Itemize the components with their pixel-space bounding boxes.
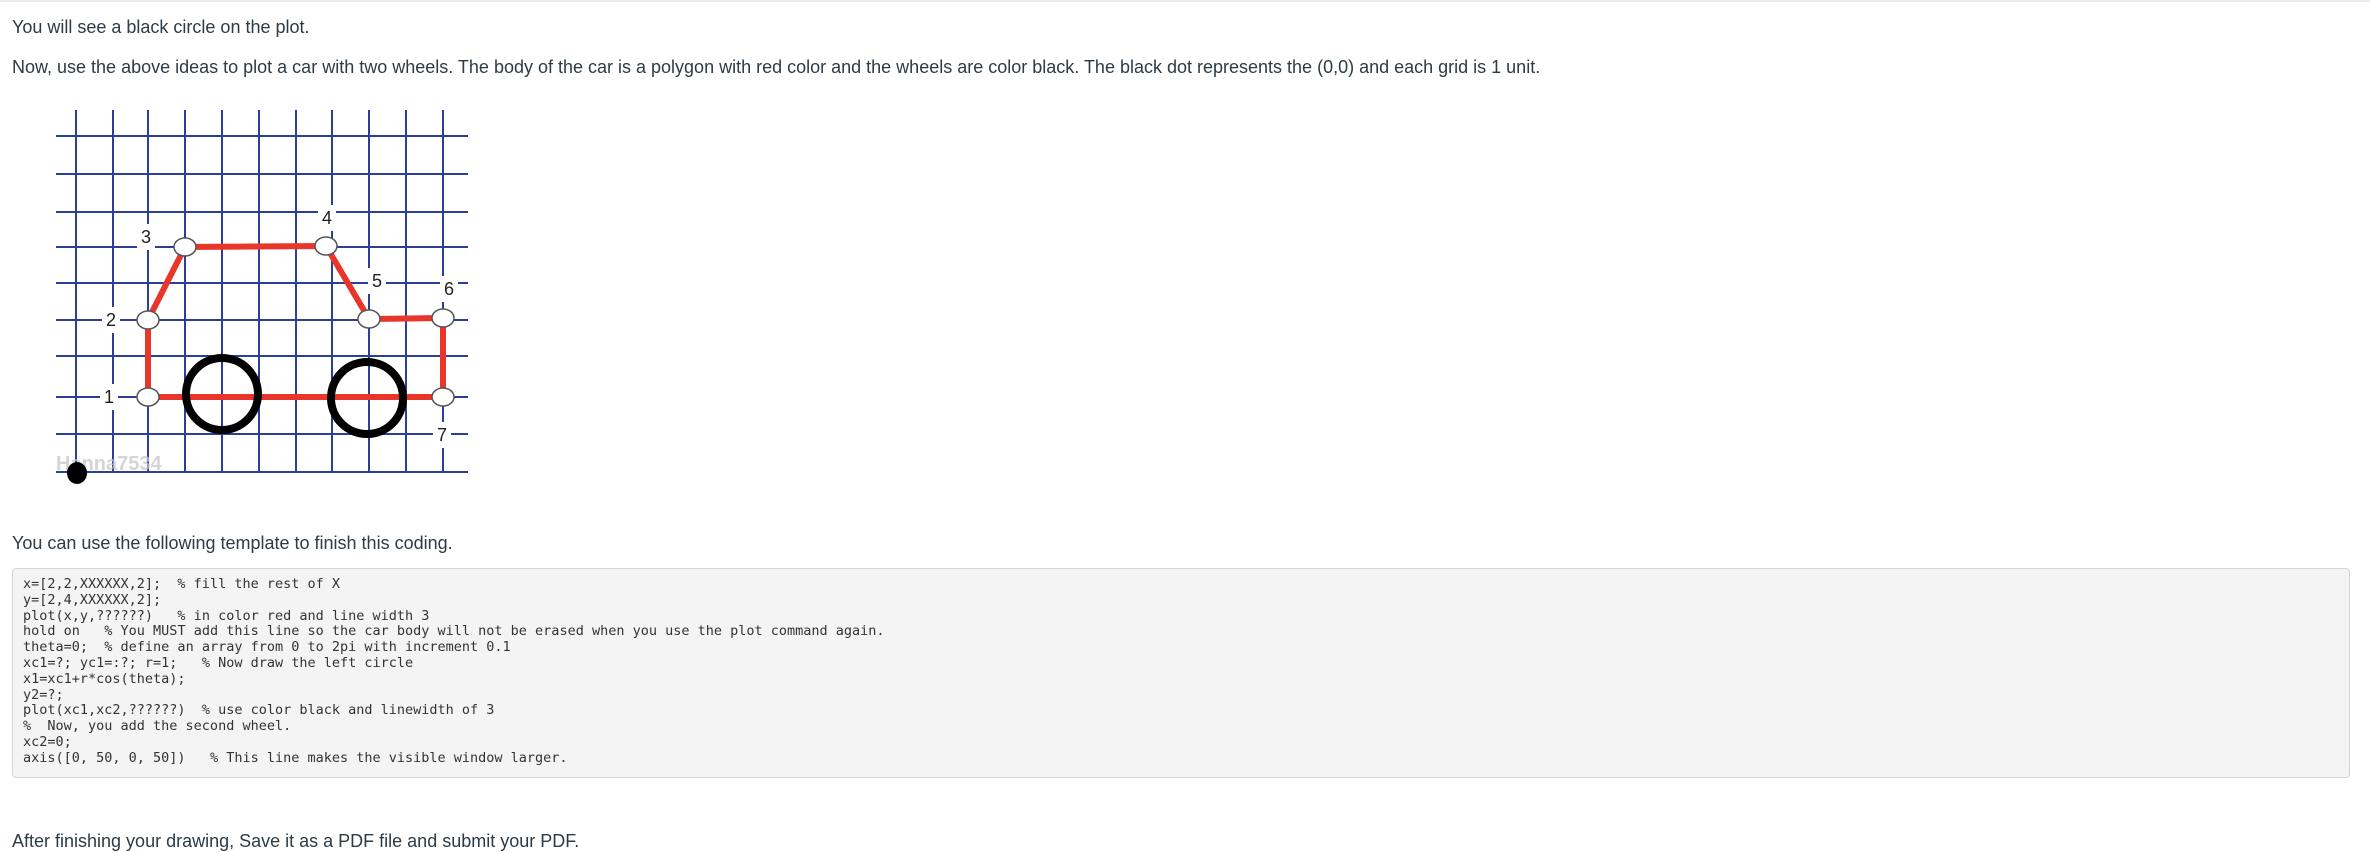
code-line: plot(xc1,xc2,??????) % use color black a… — [23, 702, 495, 719]
code-line: hold on % You MUST add this line so the … — [23, 623, 885, 640]
vertex-marker — [431, 308, 455, 328]
code-line: y2=?; — [23, 686, 64, 703]
vertex-marker — [357, 309, 381, 329]
code-line: axis([0, 50, 0, 50]) % This line makes t… — [23, 749, 568, 766]
vertex-marker — [173, 237, 197, 257]
code-line: plot(x,y,??????) % in color red and line… — [23, 607, 430, 624]
code-line: % Now, you add the second wheel. — [23, 718, 292, 735]
point-label: 6 — [444, 279, 454, 299]
footer-instruction-text: After finishing your drawing, Save it as… — [12, 831, 580, 851]
code-line: xc2=0; — [23, 733, 72, 750]
code-line: theta=0; % define an array from 0 to 2pi… — [23, 639, 511, 656]
code-template-block: x=[2,2,XXXXXX,2]; % fill the rest of X y… — [12, 568, 2350, 778]
origin-dot — [67, 462, 87, 484]
car-figure: 1 2 3 4 5 6 7 Hanna7534 — [56, 110, 468, 484]
point-label: 3 — [141, 227, 151, 247]
vertex-marker — [431, 387, 455, 407]
template-intro-text: You can use the following template to fi… — [12, 533, 453, 553]
point-label: 2 — [106, 310, 116, 330]
code-line: xc1=?; yc1=:?; r=1; % Now draw the left … — [23, 654, 414, 671]
point-label: 5 — [372, 271, 382, 291]
vertex-marker — [136, 310, 160, 330]
code-line: y=[2,4,XXXXXX,2]; — [23, 591, 162, 608]
grid-lines — [56, 110, 468, 473]
vertex-marker — [136, 387, 160, 407]
point-label: 1 — [104, 387, 114, 407]
code-line: x1=xc1+r*cos(theta); — [23, 670, 186, 687]
vertex-marker — [314, 236, 338, 256]
code-line: x=[2,2,XXXXXX,2]; % fill the rest of X — [23, 576, 340, 592]
point-label: 7 — [437, 425, 447, 445]
point-label: 4 — [322, 208, 332, 228]
